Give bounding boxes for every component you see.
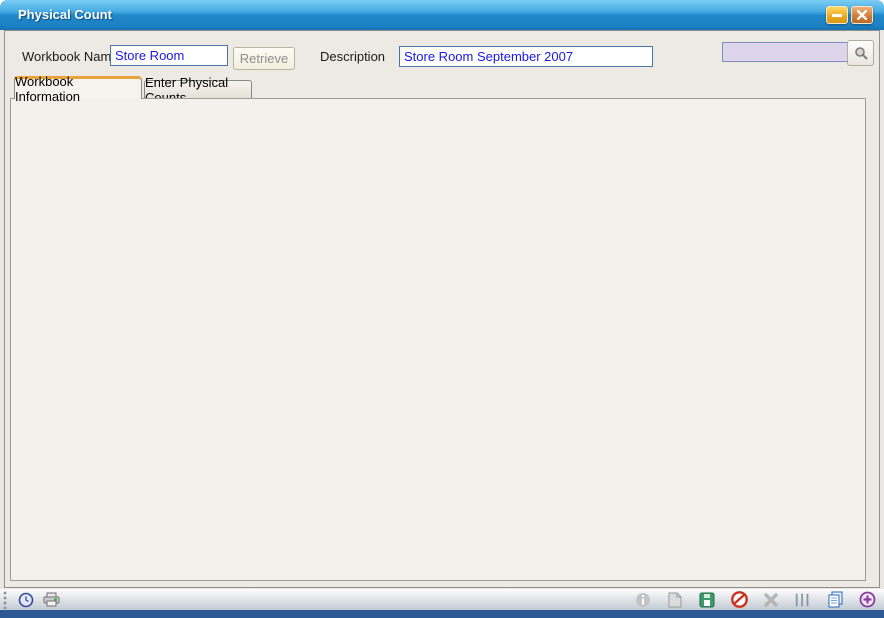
close-icon bbox=[857, 10, 867, 20]
tab-label: Workbook Information bbox=[15, 74, 141, 104]
add-circle-icon[interactable] bbox=[858, 591, 876, 608]
quick-search-input[interactable] bbox=[722, 42, 848, 62]
description-input[interactable] bbox=[399, 46, 653, 67]
tab-enter-physical-counts[interactable]: Enter Physical Counts bbox=[144, 80, 252, 99]
tab-page bbox=[10, 98, 866, 581]
cancel-icon[interactable] bbox=[730, 591, 748, 608]
workbook-name-label: Workbook Name bbox=[22, 49, 119, 64]
printer-icon[interactable] bbox=[42, 591, 60, 608]
workbook-name-input[interactable] bbox=[110, 45, 228, 66]
window-bottom-edge bbox=[0, 610, 884, 618]
close-button[interactable] bbox=[851, 6, 873, 24]
description-label: Description bbox=[320, 49, 385, 64]
physical-count-window: Physical Count Workbook Name Retrieve De… bbox=[0, 0, 884, 618]
tab-workbook-information[interactable]: Workbook Information bbox=[14, 76, 142, 99]
copy-pages-icon[interactable] bbox=[826, 591, 844, 608]
minimize-button[interactable] bbox=[826, 6, 848, 24]
save-icon[interactable] bbox=[698, 591, 716, 608]
delete-x-icon[interactable] bbox=[762, 591, 780, 608]
barcode-bars-icon[interactable] bbox=[794, 591, 812, 608]
statusbar-grip bbox=[2, 591, 10, 609]
statusbar bbox=[0, 589, 884, 610]
info-icon[interactable] bbox=[634, 591, 652, 608]
window-title: Physical Count bbox=[18, 7, 112, 22]
statusbar-right-icons bbox=[627, 591, 884, 608]
titlebar[interactable]: Physical Count bbox=[0, 0, 884, 30]
search-icon bbox=[854, 46, 868, 60]
document-icon[interactable] bbox=[666, 591, 684, 608]
retrieve-button[interactable]: Retrieve bbox=[233, 47, 295, 70]
clock-icon[interactable] bbox=[17, 591, 35, 608]
search-button[interactable] bbox=[847, 40, 874, 66]
minimize-icon bbox=[832, 14, 842, 17]
